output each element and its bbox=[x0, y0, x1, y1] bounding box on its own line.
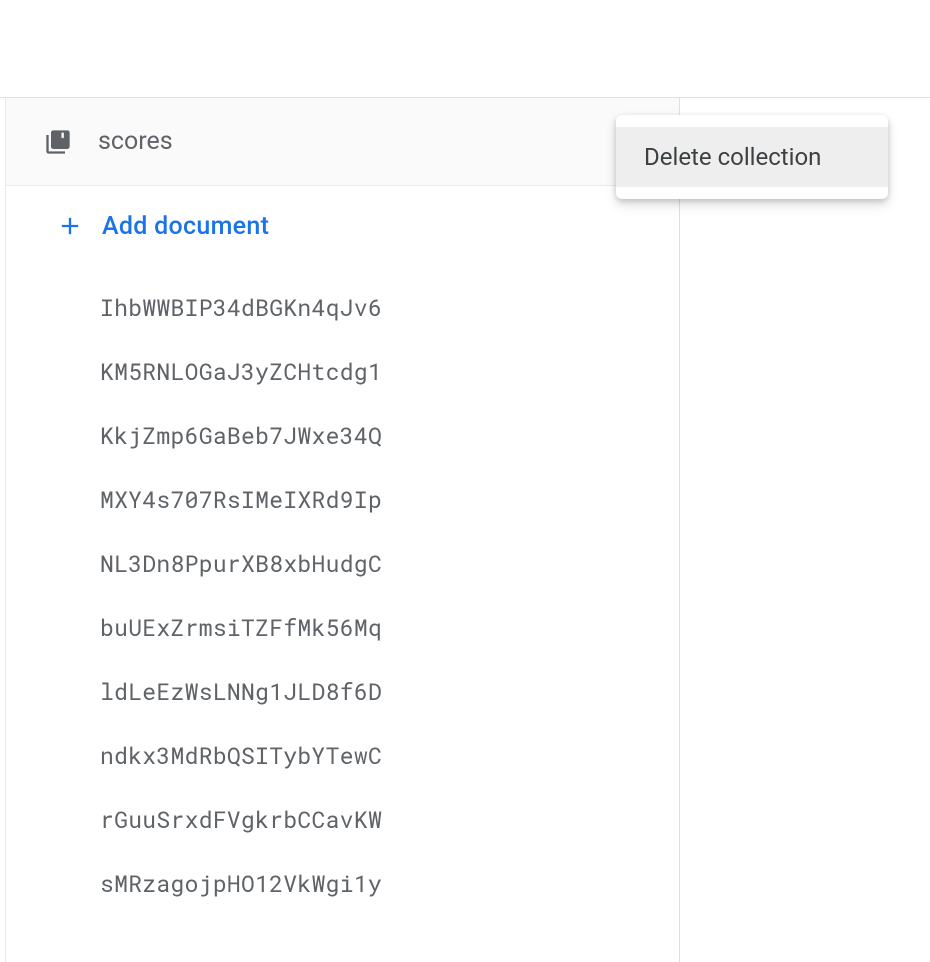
collection-icon bbox=[42, 126, 74, 158]
document-id: KkjZmp6GaBeb7JWxe34Q bbox=[100, 421, 382, 451]
document-item[interactable]: KkjZmp6GaBeb7JWxe34Q bbox=[6, 404, 679, 468]
top-bar bbox=[0, 0, 930, 98]
document-id: buUExZrmsiTZFfMk56Mq bbox=[100, 613, 382, 643]
document-item[interactable]: buUExZrmsiTZFfMk56Mq bbox=[6, 596, 679, 660]
document-id: IhbWWBIP34dBGKn4qJv6 bbox=[100, 293, 382, 323]
document-id: ndkx3MdRbQSITybYTewC bbox=[100, 741, 382, 771]
plus-icon bbox=[54, 210, 86, 242]
document-id: MXY4s707RsIMeIXRd9Ip bbox=[100, 485, 382, 515]
document-id: rGuuSrxdFVgkrbCCavKW bbox=[100, 805, 382, 835]
add-document-button[interactable]: Add document bbox=[6, 186, 679, 266]
document-id: sMRzagojpHO12VkWgi1y bbox=[100, 869, 382, 899]
right-panel bbox=[680, 98, 930, 962]
document-item[interactable]: IhbWWBIP34dBGKn4qJv6 bbox=[6, 276, 679, 340]
document-item[interactable]: ldLeEzWsLNNg1JLD8f6D bbox=[6, 660, 679, 724]
collection-name: scores bbox=[98, 127, 615, 156]
document-list: IhbWWBIP34dBGKn4qJv6 KM5RNLOGaJ3yZCHtcdg1… bbox=[6, 266, 679, 916]
document-id: KM5RNLOGaJ3yZCHtcdg1 bbox=[100, 357, 382, 387]
delete-collection-menu-item[interactable]: Delete collection bbox=[616, 127, 888, 187]
collection-header: scores bbox=[6, 98, 679, 186]
main-container: scores Add document IhbWWBIP34dBGKn4qJv6… bbox=[0, 98, 930, 962]
document-id: NL3Dn8PpurXB8xbHudgC bbox=[100, 549, 382, 579]
document-item[interactable]: KM5RNLOGaJ3yZCHtcdg1 bbox=[6, 340, 679, 404]
document-item[interactable]: ndkx3MdRbQSITybYTewC bbox=[6, 724, 679, 788]
add-document-label: Add document bbox=[102, 212, 269, 241]
collection-panel: scores Add document IhbWWBIP34dBGKn4qJv6… bbox=[6, 98, 680, 962]
document-id: ldLeEzWsLNNg1JLD8f6D bbox=[100, 677, 382, 707]
document-item[interactable]: NL3Dn8PpurXB8xbHudgC bbox=[6, 532, 679, 596]
document-item[interactable]: sMRzagojpHO12VkWgi1y bbox=[6, 852, 679, 916]
document-item[interactable]: rGuuSrxdFVgkrbCCavKW bbox=[6, 788, 679, 852]
document-item[interactable]: MXY4s707RsIMeIXRd9Ip bbox=[6, 468, 679, 532]
context-menu: Delete collection bbox=[616, 115, 888, 199]
delete-collection-label: Delete collection bbox=[644, 143, 821, 171]
